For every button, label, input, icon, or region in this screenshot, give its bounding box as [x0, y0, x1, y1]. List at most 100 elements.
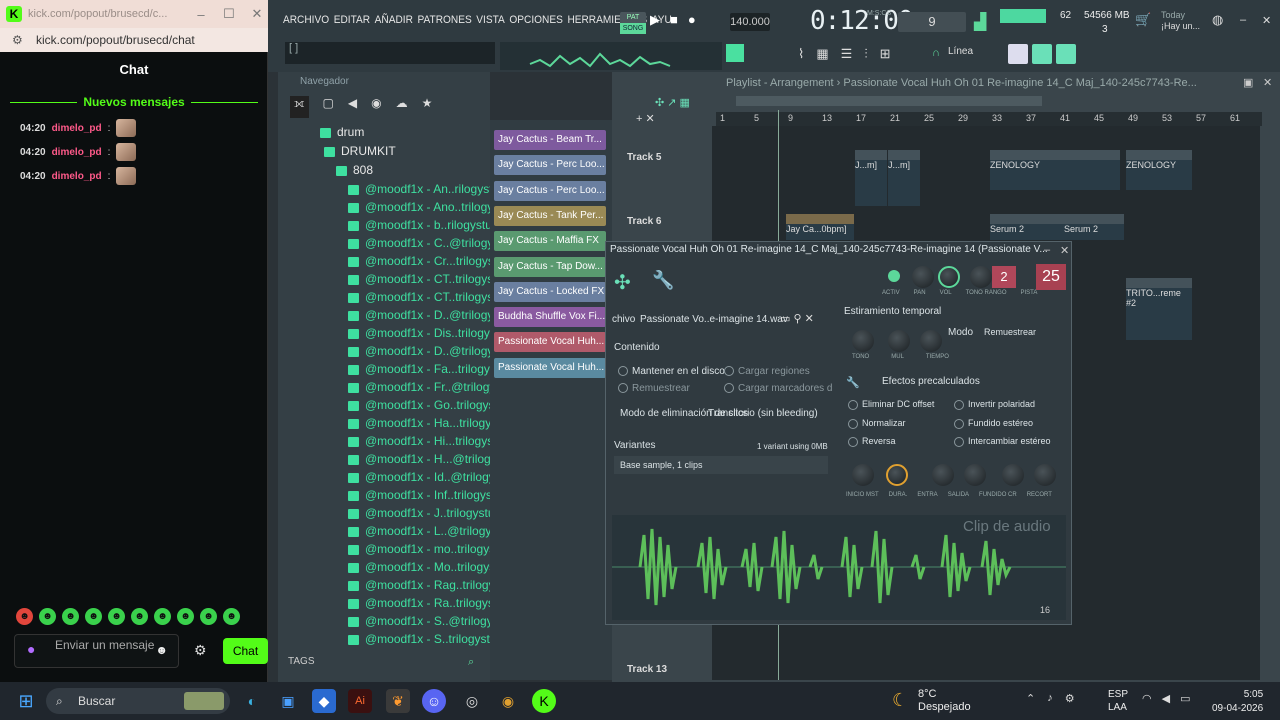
emote-icon[interactable]: ☻: [131, 608, 148, 625]
stop-icon[interactable]: ■: [670, 12, 678, 28]
pattern-selector[interactable]: 9: [898, 12, 966, 32]
fl-minimize-button[interactable]: –: [1240, 14, 1246, 26]
pitch-range-value[interactable]: 2: [992, 266, 1016, 288]
wave-tab-icon[interactable]: ✣: [614, 270, 631, 295]
length-knob[interactable]: [886, 464, 908, 486]
cart-icon[interactable]: 🛒: [1135, 12, 1151, 28]
kick-app-icon[interactable]: K: [532, 689, 556, 713]
browser-file-item[interactable]: @moodf1x - Go..trilogystuff: [288, 398, 511, 416]
emote-icon[interactable]: ☻: [200, 608, 217, 625]
active-led[interactable]: [888, 270, 900, 282]
browser-file-item[interactable]: @moodf1x - Mo..trilogystuff: [288, 560, 512, 578]
menu-archivo[interactable]: ARCHIVO: [283, 14, 329, 32]
fade-out-knob[interactable]: [964, 464, 986, 486]
folder-icon[interactable]: ▭: [780, 313, 790, 325]
browser-file-item[interactable]: @moodf1x - C..@trilogystuff: [288, 236, 516, 254]
start-knob[interactable]: [852, 464, 874, 486]
tempo-display[interactable]: 140.000: [730, 13, 770, 31]
sample-close-button[interactable]: ✕: [1060, 244, 1069, 257]
wrench-tab-icon[interactable]: 🔧: [652, 270, 674, 291]
pitch-range-knob[interactable]: [970, 266, 992, 288]
browser-file-item[interactable]: @moodf1x - Inf..trilogystuff: [288, 488, 508, 506]
effect-swap-stereo[interactable]: Intercambiar estéreo: [954, 436, 1051, 447]
playlist-clip[interactable]: ZENOLOGY: [990, 150, 1120, 190]
declick-select[interactable]: Transitorio (sin bleeding): [708, 408, 818, 419]
browser-file-item[interactable]: @moodf1x - Id..@trilogystuff: [288, 470, 517, 488]
channel-clip[interactable]: Jay Cactus - Beam Tr...: [494, 130, 606, 150]
chrome-icon[interactable]: ◉: [496, 689, 520, 713]
add-track-icon[interactable]: + ✕: [636, 112, 655, 125]
obs-icon[interactable]: ◎: [460, 689, 484, 713]
menu-editar[interactable]: EDITAR: [334, 14, 370, 32]
playlist-clip[interactable]: J...m]: [855, 150, 887, 206]
track-label[interactable]: Track 13: [627, 664, 667, 675]
magnet-icon[interactable]: ∩: [932, 47, 940, 59]
emote-icon[interactable]: ☻: [177, 608, 194, 625]
browser-file-item[interactable]: @moodf1x - D..@trilogystuff: [288, 308, 516, 326]
fl-close-button[interactable]: ✕: [1262, 14, 1271, 27]
maximize-button[interactable]: ☐: [218, 6, 240, 22]
resample-option[interactable]: Remuestrear: [618, 383, 690, 394]
network-settings-icon[interactable]: ⚙: [1065, 692, 1075, 705]
browser-file-item[interactable]: @moodf1x - Ra..trilogystuff: [288, 596, 510, 614]
browser-file-item[interactable]: @moodf1x - Cr...trilogystuff: [288, 254, 510, 272]
pat-song-toggle[interactable]: PAT SONG: [620, 12, 646, 34]
wifi-icon[interactable]: ◠: [1142, 692, 1152, 705]
battery-icon[interactable]: ▭: [1180, 692, 1190, 705]
effect-invert-polarity[interactable]: Invertir polaridad: [954, 399, 1035, 410]
playlist-icon[interactable]: ⌇: [798, 46, 804, 62]
variant-item[interactable]: Base sample, 1 clips: [614, 456, 828, 474]
emote-icon[interactable]: ☻: [16, 608, 33, 625]
browser-file-item[interactable]: @moodf1x - D..@trilogystuff: [288, 344, 516, 362]
folder-808[interactable]: 808: [288, 163, 488, 181]
site-info-icon[interactable]: ⚙: [12, 28, 23, 52]
channel-clip[interactable]: Jay Cactus - Tank Per...: [494, 205, 606, 226]
browser-file-item[interactable]: @moodf1x - Ano..trilogystuff: [288, 200, 516, 218]
search-icon[interactable]: ⌕: [468, 656, 474, 669]
weather-widget[interactable]: 8°C Despejado: [918, 688, 971, 714]
browser-file-item[interactable]: @moodf1x - CT..trilogystuff: [288, 272, 510, 290]
browser-file-item[interactable]: @moodf1x - An..rilogystuff: [288, 182, 506, 200]
folder-drum[interactable]: drum: [288, 125, 488, 143]
menu-opciones[interactable]: OPCIONES: [509, 14, 562, 32]
keep-on-disk-option[interactable]: Mantener en el disco: [618, 366, 725, 377]
browser-file-item[interactable]: @moodf1x - H...@trilogystuff: [288, 452, 519, 470]
file-name[interactable]: Passionate Vo..e-imagine 14.wav: [640, 314, 788, 325]
folder-drumkit[interactable]: DRUMKIT: [288, 144, 488, 162]
playlist-tools-icon[interactable]: ✣ ↗ ▦: [655, 96, 690, 109]
emote-icon[interactable]: ☻: [223, 608, 240, 625]
remove-icon[interactable]: ✕: [805, 313, 814, 325]
channel-clip[interactable]: Passionate Vocal Huh...: [494, 357, 606, 378]
playlist-maximize-button[interactable]: ▣: [1243, 76, 1253, 89]
settings-gear-icon[interactable]: ⚙: [194, 642, 207, 659]
link-icon[interactable]: ⚲: [793, 313, 801, 325]
plugin-icon[interactable]: ⊞: [880, 46, 891, 62]
dropbox-icon[interactable]: ◆: [312, 689, 336, 713]
windows-start-icon[interactable]: ⊞: [14, 689, 38, 713]
effect-normalize[interactable]: Normalizar: [848, 418, 906, 429]
menu-vista[interactable]: VISTA: [476, 14, 505, 32]
channel-clip[interactable]: Jay Cactus - Perc Loo...: [494, 180, 606, 201]
playlist-scrollbar[interactable]: [736, 96, 1042, 106]
browser-file-item[interactable]: @moodf1x - b..rilogystuff★: [288, 218, 509, 236]
menu-patrones[interactable]: PATRONES: [418, 14, 472, 32]
playlist-ruler[interactable]: 1 5 9 13 17 21 25 29 33 37 41 45 49 53 57 61: [716, 112, 1262, 126]
browser-file-item[interactable]: @moodf1x - L..@trilogystuff: [288, 524, 514, 542]
keyboard-icon[interactable]: [1008, 44, 1028, 64]
play-icon[interactable]: ▶: [650, 12, 660, 28]
browser-file-item[interactable]: @moodf1x - Fr..@trilogystuff: [288, 380, 518, 398]
browser-file-item[interactable]: @moodf1x - Ha...trilogystuff: [288, 416, 514, 434]
fl-studio-icon[interactable]: ❦: [386, 689, 410, 713]
browser-star-icon[interactable]: ★: [422, 96, 433, 118]
browser-file-item[interactable]: @moodf1x - S..@trilogystuff: [288, 614, 515, 632]
browser-file-item[interactable]: @moodf1x - J..trilogystuff★: [288, 506, 512, 524]
load-regions-option[interactable]: Cargar regiones: [724, 366, 810, 377]
effect-remove-dc[interactable]: Eliminar DC offset: [848, 399, 934, 410]
browser-files-icon[interactable]: ▢: [323, 96, 334, 118]
wave-view-icon[interactable]: [1032, 44, 1052, 64]
channel-clip[interactable]: Buddha Shuffle Vox Fi...: [494, 307, 606, 328]
emote-icon[interactable]: ☻: [39, 608, 56, 625]
store-icon[interactable]: ▣: [276, 689, 300, 713]
address-bar[interactable]: ⚙ kick.com/popout/brusecd/chat: [0, 28, 268, 52]
mic-icon[interactable]: ♪: [1047, 692, 1053, 705]
